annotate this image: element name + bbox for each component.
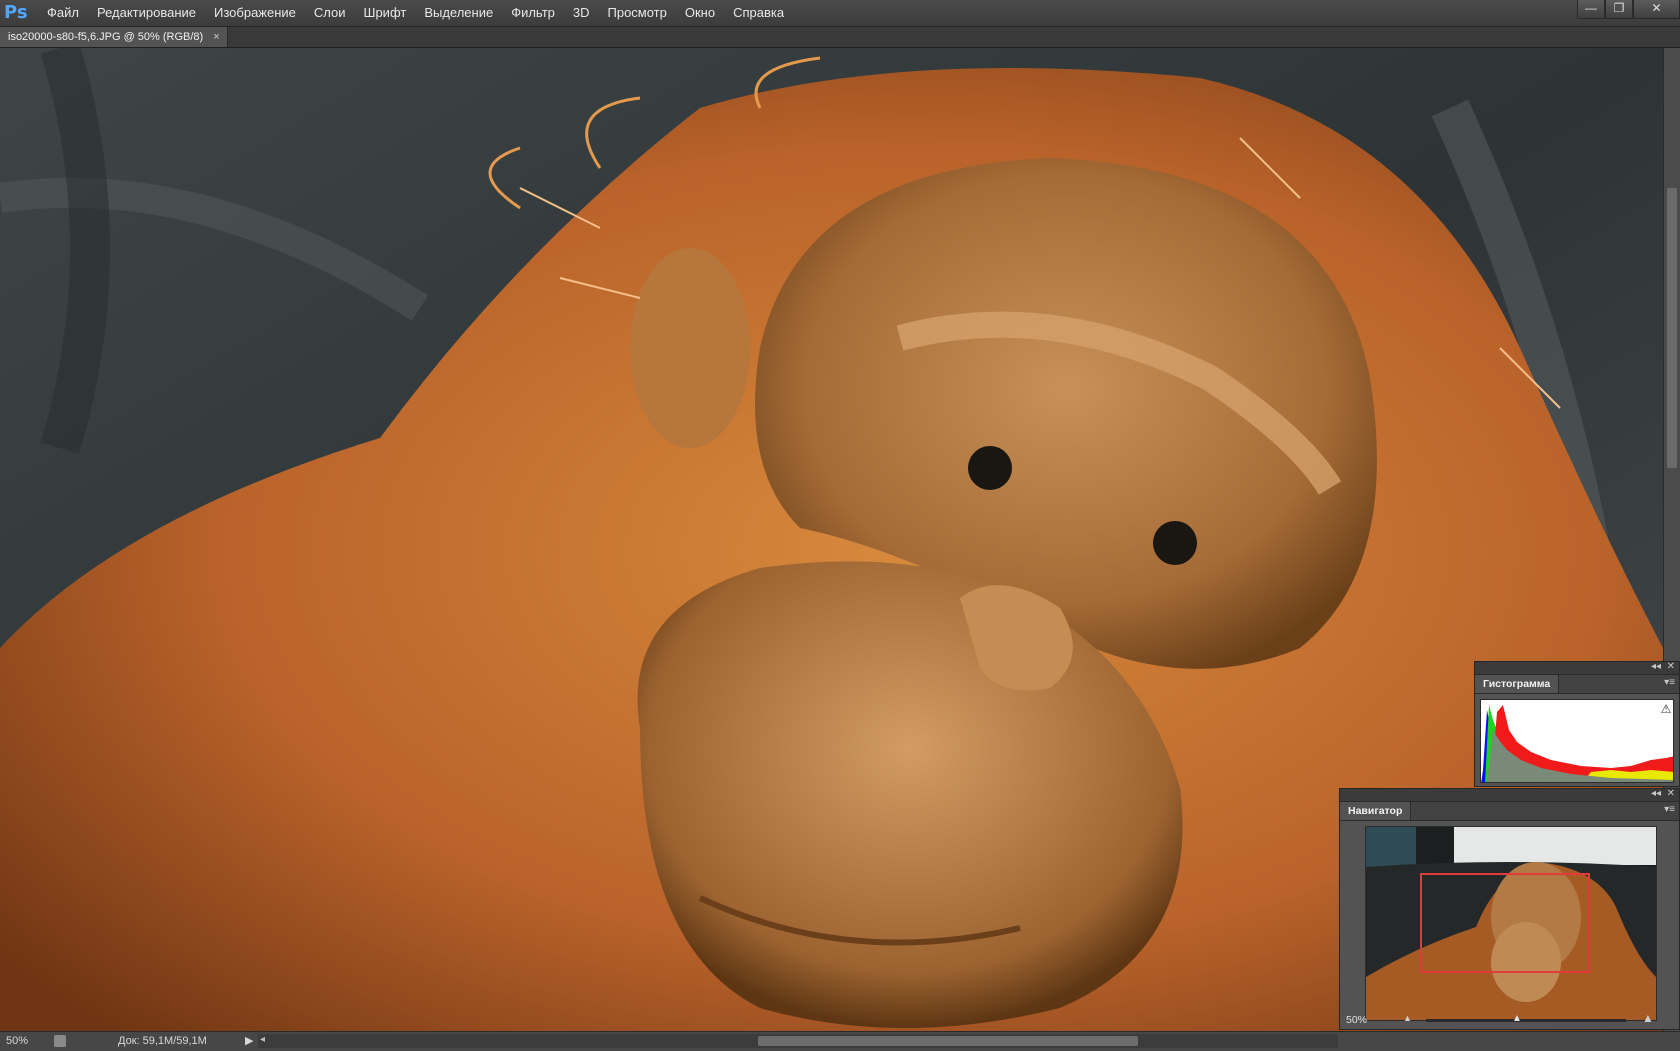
warning-icon[interactable]: ⚠: [1659, 703, 1673, 716]
scroll-left-icon[interactable]: ◂: [260, 1034, 265, 1045]
navigator-thumbnail[interactable]: [1365, 826, 1657, 1021]
proof-icon[interactable]: [54, 1035, 66, 1047]
navigator-zoom-value[interactable]: 50%: [1346, 1014, 1367, 1026]
horizontal-scrollbar[interactable]: ◂: [258, 1034, 1338, 1048]
navigator-zoom-controls: 50% ▲ ▲ ▲: [1340, 1011, 1680, 1031]
zoom-out-icon[interactable]: ▲: [1403, 1013, 1412, 1023]
navigator-view-box[interactable]: [1420, 873, 1590, 973]
menu-bar: Ps Файл Редактирование Изображение Слои …: [0, 0, 1680, 27]
collapse-panel-icon[interactable]: ◂◂: [1651, 661, 1661, 672]
restore-button[interactable]: ❐: [1605, 0, 1633, 19]
menu-layers[interactable]: Слои: [305, 0, 355, 26]
document-size: Док: 59,1M/59,1M: [118, 1035, 207, 1047]
zoom-level[interactable]: 50%: [6, 1035, 28, 1047]
close-window-button[interactable]: ✕: [1633, 0, 1680, 19]
zoom-slider[interactable]: [1426, 1019, 1626, 1022]
minimize-button[interactable]: —: [1577, 0, 1605, 19]
close-panel-icon[interactable]: ✕: [1667, 788, 1675, 799]
menu-image[interactable]: Изображение: [205, 0, 305, 26]
menu-file[interactable]: Файл: [38, 0, 88, 26]
document-tab[interactable]: iso20000-s80-f5,6.JPG @ 50% (RGB/8) ×: [0, 27, 228, 47]
document-tab-title: iso20000-s80-f5,6.JPG @ 50% (RGB/8): [8, 31, 204, 43]
navigator-panel: ◂◂ ✕ Навигатор ▾≡ 50% ▲ ▲ ▲: [1339, 788, 1680, 1030]
close-tab-icon[interactable]: ×: [213, 31, 219, 43]
histogram-plot: [1480, 699, 1674, 783]
panel-menu-icon[interactable]: ▾≡: [1664, 677, 1675, 688]
histogram-panel-tabs: Гистограмма ▾≡: [1475, 675, 1679, 694]
photoshop-logo[interactable]: Ps: [4, 2, 31, 24]
menu-type[interactable]: Шрифт: [355, 0, 416, 26]
menu-select[interactable]: Выделение: [415, 0, 502, 26]
histogram-panel: ◂◂ ✕ Гистограмма ▾≡ ⚠: [1474, 661, 1680, 787]
window-controls: — ❐ ✕: [1577, 0, 1680, 19]
menu-3d[interactable]: 3D: [564, 0, 599, 26]
main-menu: Файл Редактирование Изображение Слои Шри…: [38, 0, 793, 26]
zoom-in-icon[interactable]: ▲: [1642, 1011, 1654, 1025]
collapse-panel-icon[interactable]: ◂◂: [1651, 788, 1661, 799]
vertical-scroll-thumb[interactable]: [1667, 188, 1677, 468]
close-panel-icon[interactable]: ✕: [1667, 661, 1675, 672]
status-menu-arrow-icon[interactable]: ▶: [245, 1034, 253, 1047]
zoom-slider-knob[interactable]: ▲: [1512, 1013, 1522, 1024]
navigator-panel-header: ◂◂ ✕: [1340, 788, 1679, 802]
menu-view[interactable]: Просмотр: [599, 0, 676, 26]
histogram-graph: [1481, 705, 1673, 782]
status-bar: 50% Док: 59,1M/59,1M ▶ ◂: [0, 1031, 1680, 1051]
menu-help[interactable]: Справка: [724, 0, 793, 26]
navigator-panel-tabs: Навигатор ▾≡: [1340, 802, 1679, 821]
panel-menu-icon[interactable]: ▾≡: [1664, 804, 1675, 815]
tab-histogram[interactable]: Гистограмма: [1475, 675, 1560, 693]
menu-edit[interactable]: Редактирование: [88, 0, 205, 26]
menu-window[interactable]: Окно: [676, 0, 724, 26]
menu-filter[interactable]: Фильтр: [502, 0, 564, 26]
document-tab-bar: iso20000-s80-f5,6.JPG @ 50% (RGB/8) ×: [0, 27, 1680, 48]
horizontal-scroll-thumb[interactable]: [758, 1036, 1138, 1046]
tab-navigator[interactable]: Навигатор: [1340, 802, 1412, 820]
histogram-panel-header: ◂◂ ✕: [1475, 661, 1679, 675]
